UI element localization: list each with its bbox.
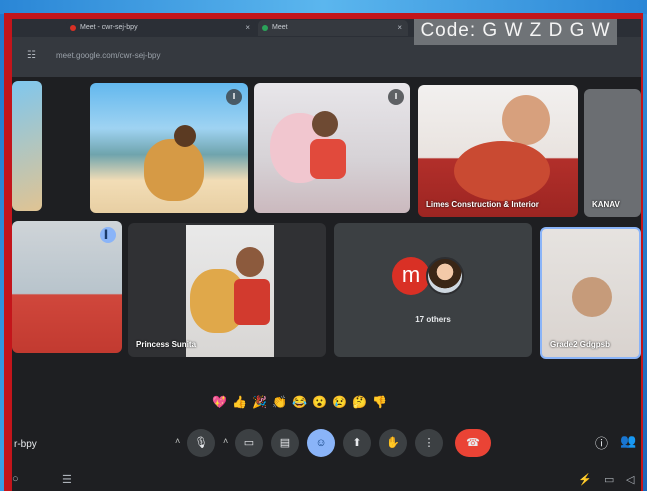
participant-tile[interactable]: KANAV (584, 89, 641, 217)
reaction-clap-icon[interactable]: 👏 (272, 395, 287, 409)
participant-tile-active-speaker[interactable]: Grade2 Gdgpsb (540, 227, 641, 359)
camera-icon: ▭ (243, 437, 255, 449)
teddy-bear-image (144, 139, 204, 201)
end-call-icon: ☎ (466, 437, 480, 449)
tab-close-icon[interactable]: × (397, 20, 402, 36)
present-button[interactable]: ⬆ (343, 429, 371, 457)
meet-stage: ‖ ‖ Limes Construction & Interior KANAV … (12, 77, 641, 491)
participant-tile[interactable] (12, 81, 42, 211)
reactions-bar: 💖 👍 🎉 👏 😂 😮 😢 🤔 👎 (212, 395, 387, 413)
taskbar-icon: ☰ (62, 474, 72, 486)
participant-tile[interactable]: Princess Sunita (128, 223, 326, 357)
browser-tab-active[interactable]: Meet × (258, 20, 408, 36)
red-shirt-image (234, 279, 270, 325)
end-call-button[interactable]: ☎ (455, 429, 491, 457)
reactions-button[interactable]: ☺ (307, 429, 335, 457)
meeting-info-icon[interactable]: ⓘ (595, 433, 608, 452)
camera-button[interactable]: ▭ (235, 429, 263, 457)
raise-hand-button[interactable]: ✋ (379, 429, 407, 457)
reaction-surprised-icon[interactable]: 😮 (312, 395, 327, 409)
participant-tile[interactable]: ‖ (254, 83, 410, 213)
tab-label: Meet - cwr-sej-bpy (80, 24, 138, 31)
present-icon: ⬆ (352, 437, 362, 449)
video-options-chevron-icon[interactable]: ˄ (223, 436, 228, 446)
participant-avatar: m (392, 257, 430, 295)
taskbar-icon: ○ (12, 473, 19, 485)
child-face-image (236, 247, 264, 277)
red-toy-image (454, 141, 550, 201)
participant-tile[interactable]: ▍ (12, 221, 122, 353)
red-shirt-image (310, 139, 346, 179)
participant-avatar-photo (426, 257, 464, 295)
child-face-image (572, 277, 612, 317)
screen: Meet - cwr-sej-bpy × Meet × ☷ meet.googl… (12, 19, 641, 491)
site-settings-icon[interactable]: ☷ (27, 50, 36, 61)
participant-tile-others[interactable]: m 17 others (334, 223, 532, 357)
child-face-image (502, 95, 550, 145)
mic-icon: 🎙 (194, 437, 208, 449)
participant-name: KANAV (592, 200, 620, 209)
tab-label: Meet (272, 24, 288, 31)
reaction-laugh-icon[interactable]: 😂 (292, 395, 307, 409)
reaction-heart-icon[interactable]: 💖 (212, 395, 227, 409)
participant-tile[interactable]: ‖ (90, 83, 248, 213)
tab-favicon-icon (70, 25, 76, 31)
reaction-thumbs-down-icon[interactable]: 👎 (372, 395, 387, 409)
more-options-button[interactable]: ⋮ (415, 429, 443, 457)
background-decoration (0, 0, 647, 14)
child-image (174, 125, 196, 147)
reaction-party-icon[interactable]: 🎉 (252, 395, 267, 409)
participant-name: Limes Construction & Interior (426, 200, 539, 209)
browser-tab[interactable]: Meet - cwr-sej-bpy × (66, 20, 256, 36)
mic-button[interactable]: 🎙 (187, 429, 215, 457)
code-overlay: Code: G W Z D G W (414, 19, 617, 45)
volume-icon: ◁ (626, 474, 635, 486)
emoji-icon: ☺ (315, 437, 327, 449)
participant-tile[interactable]: Limes Construction & Interior (418, 85, 578, 217)
others-count: 17 others (415, 315, 451, 324)
meet-favicon-icon (262, 25, 268, 31)
meeting-code: r-bpy (14, 439, 37, 450)
people-icon[interactable]: 👥 (620, 433, 636, 449)
more-options-icon: ⋮ (423, 437, 435, 449)
child-image (312, 111, 338, 137)
captions-button[interactable]: ▤ (271, 429, 299, 457)
participant-name: Princess Sunita (136, 340, 197, 349)
reaction-thinking-icon[interactable]: 🤔 (352, 395, 367, 409)
url-field[interactable]: meet.google.com/cwr-sej-bpy (56, 51, 160, 60)
reaction-thumbs-up-icon[interactable]: 👍 (232, 395, 247, 409)
raise-hand-icon: ✋ (386, 437, 400, 449)
muted-icon: ‖ (388, 89, 404, 105)
display-icon: ▭ (604, 474, 615, 486)
muted-icon: ‖ (226, 89, 242, 105)
captions-icon: ▤ (279, 437, 291, 449)
participant-name: Grade2 Gdgpsb (550, 340, 611, 349)
tab-close-icon[interactable]: × (245, 20, 250, 36)
audio-options-chevron-icon[interactable]: ˄ (175, 436, 180, 446)
network-icon: ⚡ (578, 474, 592, 486)
speaking-indicator-icon: ▍ (100, 227, 116, 243)
reaction-sad-icon[interactable]: 😢 (332, 395, 347, 409)
